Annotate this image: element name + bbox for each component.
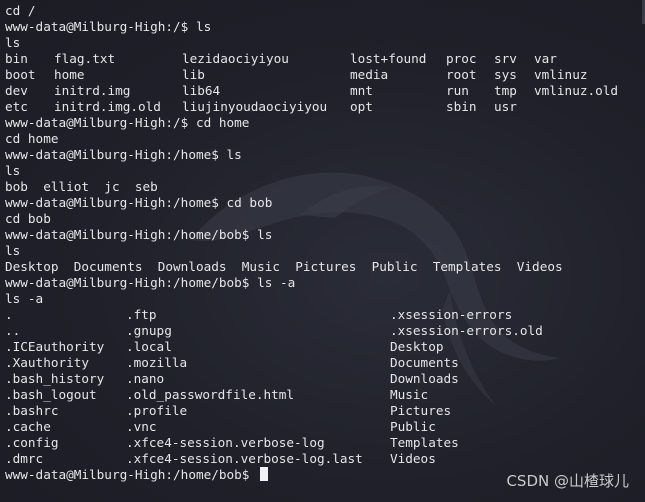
file-entry: usr (494, 99, 517, 114)
file-entry: Templates (390, 435, 459, 450)
watermark-label: CSDN @山楂球儿 (506, 472, 629, 490)
file-entry: root (446, 67, 477, 82)
terminal-line: ls (5, 243, 21, 258)
terminal-line: cd / (5, 3, 36, 18)
file-entry: .. (5, 323, 21, 338)
file-entry: .xfce4-session.verbose-log.last (126, 451, 363, 466)
file-entry: srv (494, 51, 517, 66)
file-entry: lezidaociyiyou (182, 51, 289, 66)
file-entry: flag.txt (54, 51, 116, 66)
file-entry: tmp (494, 83, 517, 98)
file-entry: sys (494, 67, 517, 82)
terminal-line: www-data@Milburg-High:/$ cd home (5, 115, 250, 130)
file-entry: .bash_history (5, 371, 105, 386)
ls-row: etc initrd.img.old liujinyoudaociyiyou opt s… (5, 99, 635, 115)
ls-row: .bashrc .profile Pictures (5, 403, 635, 419)
file-entry: .dmrc (5, 451, 44, 466)
file-entry: .vnc (126, 419, 157, 434)
terminal-line: cd home (5, 131, 59, 146)
file-entry: .xsession-errors (390, 307, 513, 322)
file-entry: bin (5, 51, 28, 66)
file-entry: .old_passwordfile.html (126, 387, 295, 402)
file-entry: opt (350, 99, 373, 114)
file-entry: .profile (126, 403, 188, 418)
terminal-line: Desktop Documents Downloads Music Pictur… (5, 259, 563, 274)
file-entry: .ftp (126, 307, 157, 322)
ls-row: .dmrc .xfce4-session.verbose-log.last Vide… (5, 451, 635, 467)
file-entry: . (5, 307, 13, 322)
file-entry: dev (5, 83, 28, 98)
terminal-line: bob elliot jc seb (5, 179, 158, 194)
ls-row: .ICEauthority .local Desktop (5, 339, 635, 355)
shell-prompt: www-data@Milburg-High:/home/bob$ (5, 467, 258, 482)
file-entry: lib (182, 67, 205, 82)
file-entry: initrd.img (54, 83, 131, 98)
file-entry: sbin (446, 99, 477, 114)
terminal-line: ls (5, 35, 21, 50)
file-entry: boot (5, 67, 36, 82)
file-entry: .bashrc (5, 403, 59, 418)
file-entry: vmlinuz.old (534, 83, 619, 98)
text-cursor (260, 467, 269, 481)
ls-row: dev initrd.img lib64 mnt run tmp vmlinuz.old (5, 83, 635, 99)
file-entry: .nano (126, 371, 165, 386)
ls-row: boot home lib media root sys vmlinuz (5, 67, 635, 83)
file-entry: .Xauthority (5, 355, 90, 370)
file-entry: run (446, 83, 469, 98)
file-entry: home (54, 67, 85, 82)
file-entry: .mozilla (126, 355, 188, 370)
terminal-output: cd / www-data@Milburg-High:/$ ls ls bin flag… (5, 3, 635, 483)
file-entry: lost+found (350, 51, 427, 66)
terminal-line: www-data@Milburg-High:/home/bob$ ls -a (5, 275, 296, 290)
terminal-window[interactable]: cd / www-data@Milburg-High:/$ ls ls bin flag… (0, 0, 645, 502)
file-entry: Videos (390, 451, 436, 466)
ls-row: . .ftp .xsession-errors (5, 307, 635, 323)
terminal-line: ls (5, 163, 21, 178)
terminal-line: www-data@Milburg-High:/home$ cd bob (5, 195, 273, 210)
file-entry: Public (390, 419, 436, 434)
file-entry: liujinyoudaociyiyou (182, 99, 328, 114)
terminal-line: www-data@Milburg-High:/$ ls (5, 19, 212, 34)
terminal-line: www-data@Milburg-High:/home$ ls (5, 147, 242, 162)
ls-row: .bash_logout .old_passwordfile.html Music (5, 387, 635, 403)
ls-row: .Xauthority .mozilla Documents (5, 355, 635, 371)
file-entry: .xsession-errors.old (390, 323, 543, 338)
file-entry: initrd.img.old (54, 99, 161, 114)
terminal-line: cd bob (5, 211, 51, 226)
file-entry: etc (5, 99, 28, 114)
file-entry: Downloads (390, 371, 459, 386)
file-entry (534, 99, 634, 115)
ls-row: .cache .vnc Public (5, 419, 635, 435)
file-entry: media (350, 67, 389, 82)
terminal-line: ls -a (5, 291, 44, 306)
file-entry: .bash_logout (5, 387, 97, 402)
file-entry: Pictures (390, 403, 452, 418)
ls-row: bin flag.txt lezidaociyiyou lost+found proc s… (5, 51, 635, 67)
file-entry: Desktop (390, 339, 444, 354)
file-entry: .ICEauthority (5, 339, 105, 354)
file-entry: var (534, 51, 557, 66)
file-entry: lib64 (182, 83, 221, 98)
ls-row: .. .gnupg .xsession-errors.old (5, 323, 635, 339)
file-entry: vmlinuz (534, 67, 588, 82)
file-entry: Documents (390, 355, 459, 370)
file-entry: mnt (350, 83, 373, 98)
file-entry: .config (5, 435, 59, 450)
ls-row: .bash_history .nano Downloads (5, 371, 635, 387)
file-entry: .xfce4-session.verbose-log (126, 435, 325, 450)
file-entry: .cache (5, 419, 51, 434)
file-entry: .local (126, 339, 172, 354)
file-entry: .gnupg (126, 323, 172, 338)
terminal-line: www-data@Milburg-High:/home/bob$ ls (5, 227, 273, 242)
file-entry: Music (390, 387, 429, 402)
ls-row: .config .xfce4-session.verbose-log Templat… (5, 435, 635, 451)
file-entry: proc (446, 51, 477, 66)
